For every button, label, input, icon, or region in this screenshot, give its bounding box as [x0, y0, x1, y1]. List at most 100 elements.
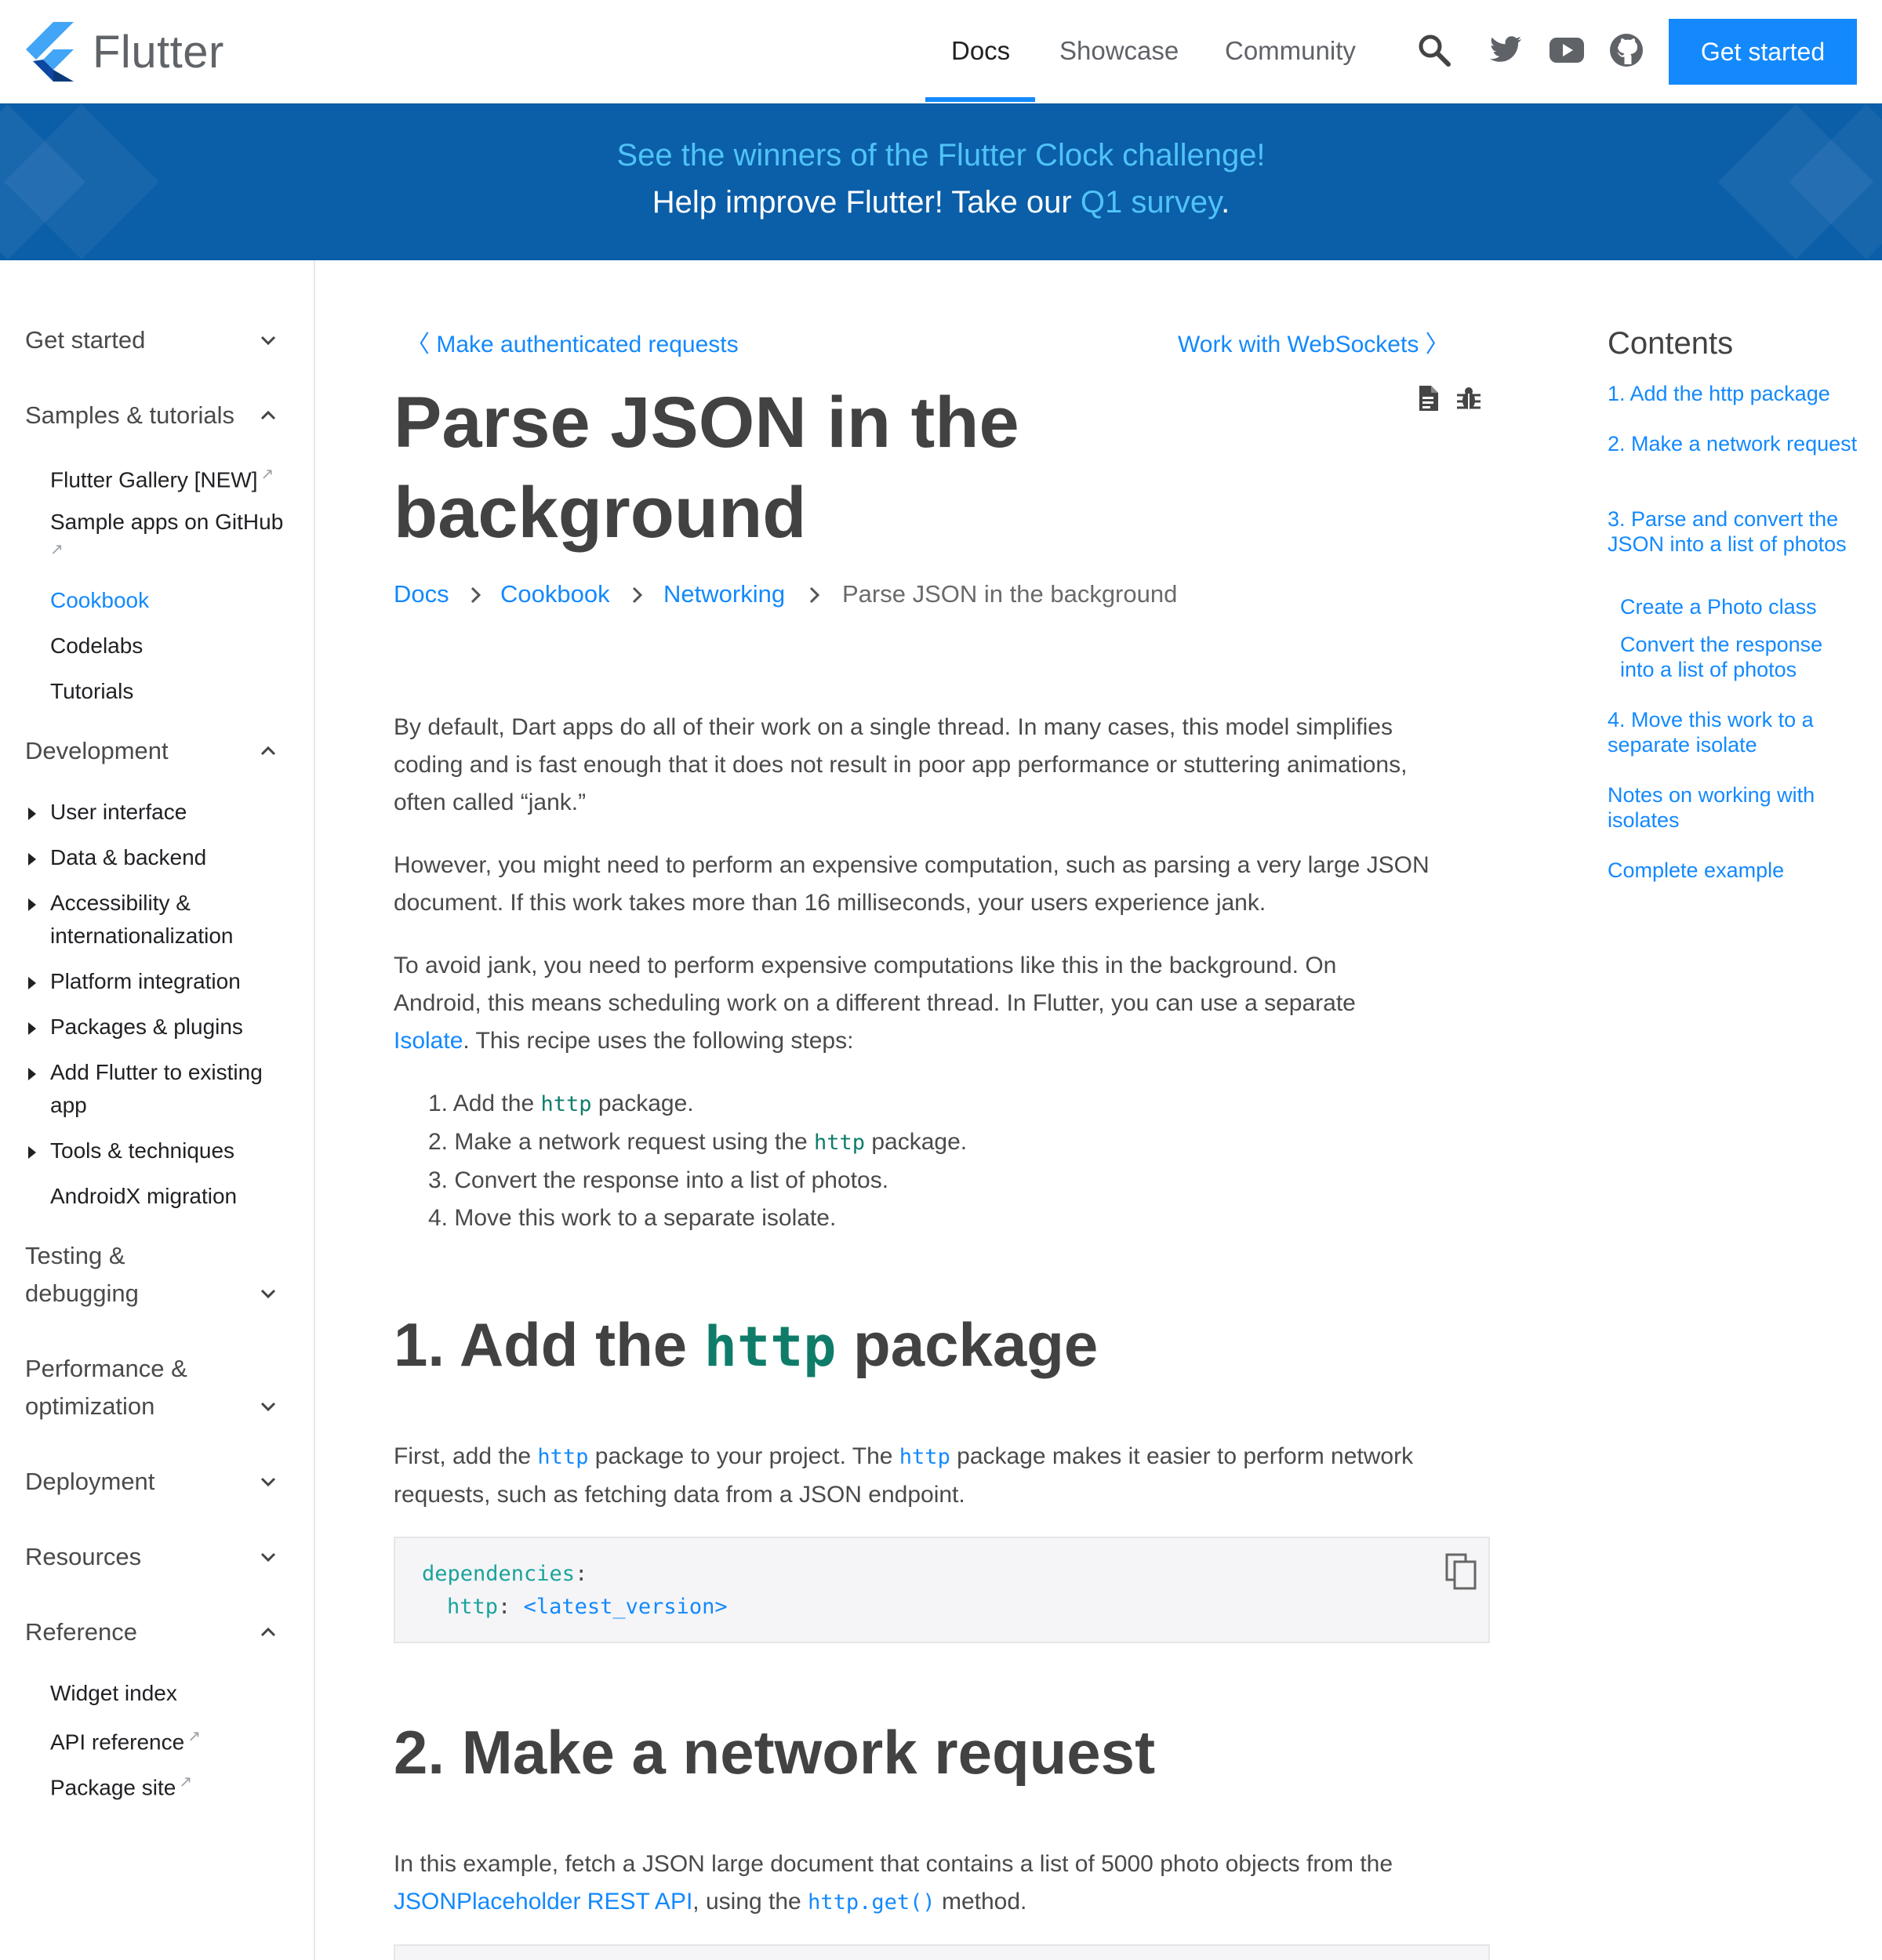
list-item: 2. Make a network request using the http… [428, 1123, 967, 1162]
toc-item[interactable]: Complete example [1608, 858, 1858, 883]
expand-triangle-icon[interactable] [28, 898, 36, 911]
sidebar-item-add-flutter-line2[interactable]: app [50, 1093, 87, 1118]
isolate-link[interactable]: Isolate [394, 1028, 463, 1054]
chevron-down-icon[interactable] [259, 331, 278, 350]
sidebar-section-get-started[interactable]: Get started [25, 326, 145, 354]
breadcrumb-networking[interactable]: Networking [663, 580, 785, 608]
sidebar-item-tutorials[interactable]: Tutorials [50, 679, 133, 704]
sidebar-item-codelabs[interactable]: Codelabs [50, 633, 143, 659]
chevron-down-icon[interactable] [259, 1284, 278, 1303]
expand-triangle-icon[interactable] [28, 1068, 36, 1080]
heading-text: 1. Add the [394, 1310, 704, 1379]
top-navbar: Flutter Docs Showcase Community Get star… [0, 0, 1882, 103]
toc-item[interactable]: 4. Move this work to a separate isolate [1608, 707, 1858, 757]
expand-triangle-icon[interactable] [28, 1022, 36, 1035]
sidebar-item-widget-index[interactable]: Widget index [50, 1681, 177, 1706]
sidebar-section-reference[interactable]: Reference [25, 1618, 137, 1646]
sidebar-section-resources[interactable]: Resources [25, 1543, 141, 1571]
code-token: <latest_version> [523, 1595, 728, 1619]
paragraph-line: JSONPlaceholder REST API, using the http… [394, 1883, 1491, 1922]
paragraph-line: document. If this work takes more than 1… [394, 890, 1266, 916]
youtube-icon[interactable] [1548, 31, 1586, 69]
copy-icon[interactable] [1444, 1552, 1477, 1590]
sidebar-item-accessibility-line2[interactable]: internationalization [50, 924, 234, 949]
sidebar-item-package-site[interactable]: Package site ↗ [50, 1772, 192, 1800]
flutter-logo[interactable]: Flutter [24, 22, 224, 82]
report-issue-bug-icon[interactable] [1455, 386, 1482, 411]
get-started-button[interactable]: Get started [1669, 19, 1857, 85]
expand-triangle-icon[interactable] [28, 977, 36, 989]
toc-item[interactable]: Notes on working with isolates [1608, 782, 1858, 833]
sidebar-section-performance[interactable]: Performance & [25, 1355, 187, 1383]
sidebar-item-label: Flutter Gallery [NEW] [50, 467, 258, 492]
chevron-down-icon[interactable] [259, 1397, 278, 1416]
code-token: : [575, 1562, 588, 1586]
sidebar-section-samples[interactable]: Samples & tutorials [25, 401, 234, 430]
sidebar-section-testing-line2[interactable]: debugging [25, 1279, 139, 1308]
toc-item[interactable]: 3. Parse and convert the JSON into a lis… [1608, 506, 1858, 557]
sidebar-section-performance-line2[interactable]: optimization [25, 1392, 154, 1421]
sidebar-item-sample-apps[interactable]: Sample apps on GitHub [50, 510, 283, 535]
chevron-up-icon[interactable] [259, 406, 278, 425]
sidebar-item-flutter-gallery[interactable]: Flutter Gallery [NEW] ↗ [50, 464, 274, 492]
nav-community[interactable]: Community [1225, 0, 1356, 103]
sidebar-section-deployment[interactable]: Deployment [25, 1468, 154, 1496]
chevron-right-icon: 〉 [1419, 332, 1449, 358]
expand-triangle-icon[interactable] [28, 853, 36, 866]
sidebar-item-tools-techniques[interactable]: Tools & techniques [50, 1138, 234, 1163]
sidebar-item-label: Package site [50, 1775, 176, 1800]
chevron-down-icon[interactable] [259, 1472, 278, 1491]
sidebar-item-api-reference[interactable]: API reference ↗ [50, 1726, 201, 1755]
expand-triangle-icon[interactable] [28, 1146, 36, 1159]
sidebar-item-add-flutter[interactable]: Add Flutter to existing [50, 1060, 263, 1085]
chevron-up-icon[interactable] [259, 742, 278, 760]
sidebar-item-accessibility[interactable]: Accessibility & [50, 891, 191, 916]
breadcrumb-docs[interactable]: Docs [394, 580, 449, 608]
next-page-link[interactable]: Work with WebSockets 〉 [1178, 325, 1449, 359]
breadcrumb-current: Parse JSON in the background [842, 580, 1178, 608]
sidebar-item-user-interface[interactable]: User interface [50, 800, 187, 825]
page-title-line1: Parse JSON in the [394, 383, 1019, 463]
jsonplaceholder-link[interactable]: JSONPlaceholder REST API [394, 1889, 692, 1915]
sidebar-item-data-backend[interactable]: Data & backend [50, 845, 206, 870]
breadcrumb-cookbook[interactable]: Cookbook [500, 580, 610, 608]
nav-showcase[interactable]: Showcase [1059, 0, 1179, 103]
nav-docs[interactable]: Docs [951, 0, 1010, 103]
prev-page-link[interactable]: 〈 Make authenticated requests [406, 325, 739, 359]
chevron-up-icon[interactable] [259, 1623, 278, 1642]
sidebar-item-androidx[interactable]: AndroidX migration [50, 1184, 237, 1209]
network-request-paragraph: In this example, fetch a JSON large docu… [394, 1846, 1491, 1922]
heading-code: http [703, 1315, 837, 1379]
paragraph-line: coding and is fast enough that it does n… [394, 752, 1408, 778]
paragraph-text: method. [935, 1889, 1027, 1915]
section-heading-network-request: 2. Make a network request [394, 1718, 1156, 1787]
banner-survey-link[interactable]: Q1 survey [1081, 185, 1221, 220]
toc-subitem[interactable]: Convert the response into a list of phot… [1620, 632, 1855, 682]
toc-item[interactable]: 2. Make a network request [1608, 431, 1858, 456]
toc-subitem[interactable]: Create a Photo class [1620, 594, 1855, 619]
inline-code: http.get() [808, 1890, 936, 1915]
github-icon[interactable] [1608, 31, 1645, 69]
twitter-icon[interactable] [1487, 31, 1524, 69]
sidebar-item-cookbook[interactable]: Cookbook [50, 588, 149, 613]
code-block-dependencies: dependencies: http: <latest_version> [394, 1537, 1490, 1643]
sidebar-section-testing[interactable]: Testing & [25, 1242, 125, 1270]
chevron-down-icon[interactable] [259, 1548, 278, 1566]
list-number: 1. [428, 1091, 449, 1116]
heading-text: package [836, 1310, 1099, 1379]
sidebar-item-platform-integration[interactable]: Platform integration [50, 969, 241, 994]
paragraph-line: often called “jank.” [394, 789, 587, 815]
expand-triangle-icon[interactable] [28, 808, 36, 820]
search-icon[interactable] [1415, 31, 1453, 69]
external-link-icon: ↗ [50, 541, 64, 558]
inline-code: http [813, 1131, 865, 1155]
banner-clock-challenge-link[interactable]: See the winners of the Flutter Clock cha… [0, 138, 1882, 173]
sidebar-section-development[interactable]: Development [25, 737, 169, 765]
paragraph-line: By default, Dart apps do all of their wo… [394, 714, 1393, 740]
inline-code: http [540, 1092, 592, 1116]
toc-item[interactable]: 1. Add the http package [1608, 381, 1858, 406]
list-item: 1. Add the http package. [428, 1085, 967, 1123]
sidebar-item-label: API reference [50, 1730, 185, 1755]
sidebar-item-packages-plugins[interactable]: Packages & plugins [50, 1014, 243, 1040]
view-source-icon[interactable] [1418, 386, 1438, 411]
